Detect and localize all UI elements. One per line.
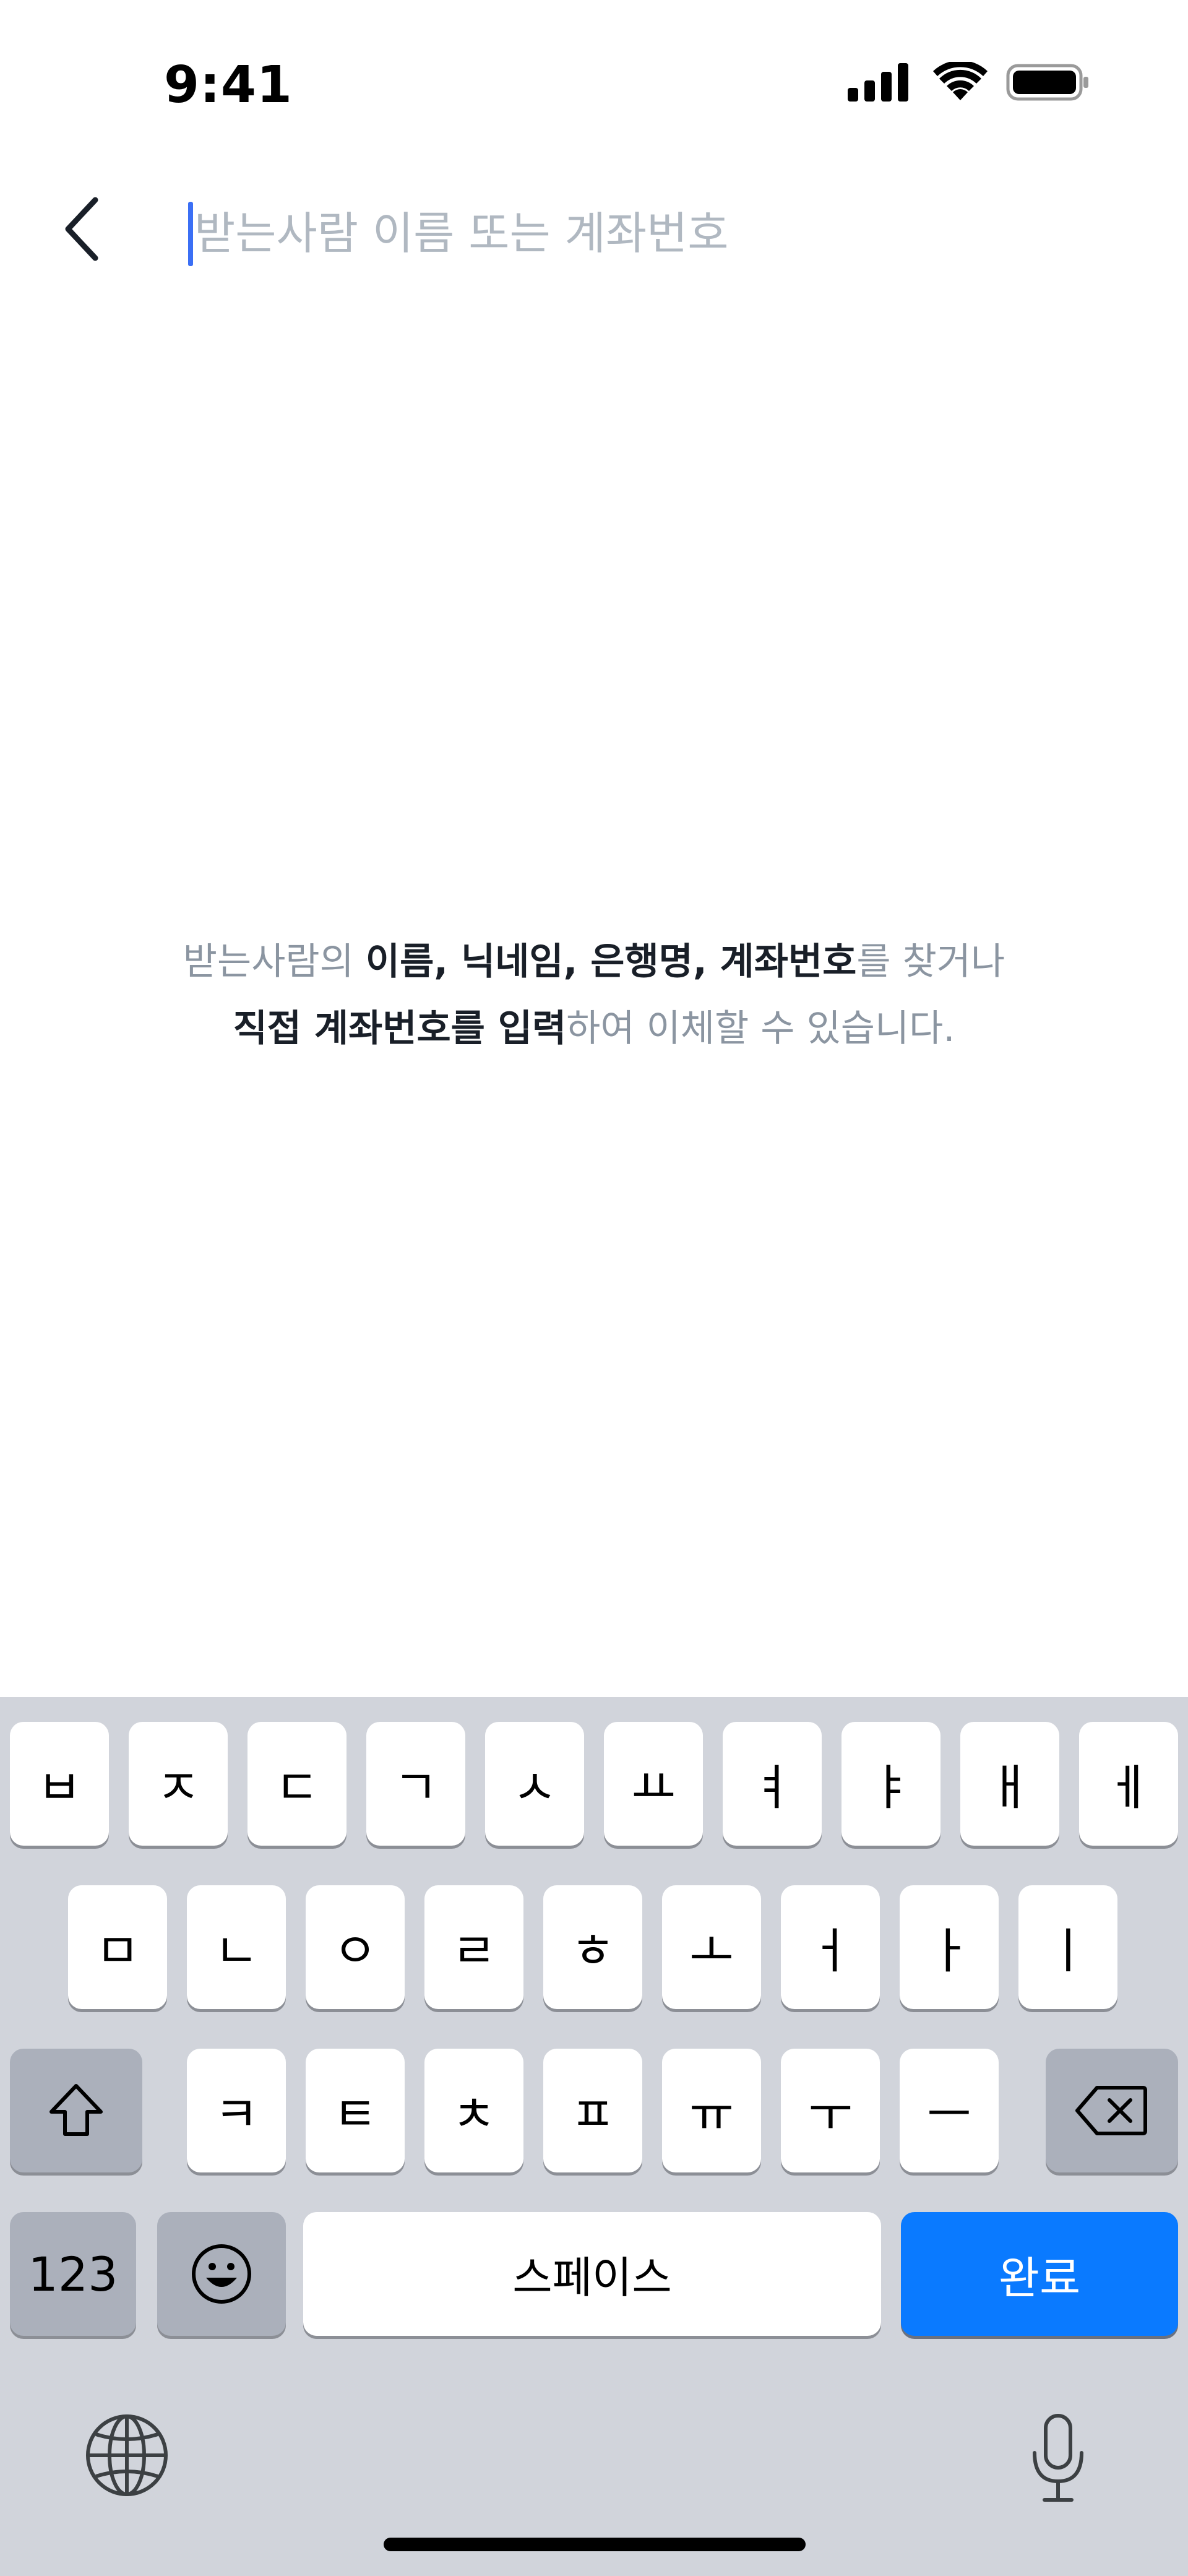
key-letter[interactable]: ㅇ (306, 1885, 405, 2009)
key-letter[interactable]: ㅔ (1079, 1722, 1178, 1846)
guide-line2-part-b: 하여 이체할 수 있습니다. (566, 1007, 955, 1050)
key-letter[interactable]: ㅂ (10, 1722, 109, 1846)
key-letter[interactable]: ㅠ (662, 2049, 761, 2172)
key-letter[interactable]: ㄴ (187, 1885, 286, 2009)
chevron-left-icon (65, 197, 98, 261)
key-letter[interactable]: ㅋ (187, 2049, 286, 2172)
emoji-key[interactable] (157, 2212, 286, 2336)
dictation-button[interactable] (1015, 2403, 1101, 2514)
key-letter[interactable]: ㄷ (248, 1722, 346, 1846)
key-letter[interactable]: ㅊ (424, 2049, 523, 2172)
status-bar: 9:41 (0, 0, 1188, 179)
key-letter[interactable]: ㅜ (781, 2049, 880, 2172)
key-letter[interactable]: ㅗ (662, 1885, 761, 2009)
recipient-search-input[interactable] (194, 192, 1122, 275)
signal-bars-icon (848, 63, 908, 102)
key-letter[interactable]: ㅎ (543, 1885, 642, 2009)
key-letter[interactable]: ㄹ (424, 1885, 523, 2009)
shift-key[interactable] (10, 2049, 142, 2172)
guide-line1-part-c: 를 찾거나 (856, 940, 1005, 983)
key-letter[interactable]: ㄱ (366, 1722, 465, 1846)
wifi-icon (933, 62, 988, 100)
key-letter[interactable]: ㅐ (960, 1722, 1059, 1846)
microphone-icon (1033, 2414, 1083, 2502)
guide-line-2: 직접 계좌번호를 입력하여 이체할 수 있습니다. (0, 995, 1188, 1062)
key-letter[interactable]: ㅏ (900, 1885, 999, 2009)
guide-line1-part-a: 받는사람의 (183, 940, 366, 983)
korean-keyboard: ㅂ ㅈ ㄷ ㄱ ㅅ ㅛ ㅕ ㅑ ㅐ ㅔ ㅁ ㄴ ㅇ ㄹ ㅎ ㅗ ㅓ ㅏ ㅣ ㅋ … (0, 1697, 1188, 2576)
key-letter[interactable]: ㅓ (781, 1885, 880, 2009)
home-indicator[interactable] (384, 2538, 806, 2551)
status-icons (848, 62, 1089, 102)
guide-line2-bold: 직접 계좌번호를 입력 (233, 1007, 567, 1050)
globe-button[interactable] (80, 2409, 173, 2502)
key-letter[interactable]: ㅅ (485, 1722, 584, 1846)
text-caret (188, 202, 193, 266)
key-letter[interactable]: ㅡ (900, 2049, 999, 2172)
key-letter[interactable]: ㅑ (842, 1722, 940, 1846)
numbers-key[interactable]: 123 (10, 2212, 136, 2336)
key-letter[interactable]: ㅣ (1018, 1885, 1117, 2009)
status-time: 9:41 (164, 56, 293, 115)
battery-icon (1006, 64, 1088, 101)
key-letter[interactable]: ㅁ (68, 1885, 167, 2009)
delete-key[interactable] (1046, 2049, 1178, 2172)
guide-line1-bold: 이름, 닉네임, 은행명, 계좌번호 (365, 940, 857, 983)
search-header (0, 179, 1188, 279)
key-letter[interactable]: ㅈ (129, 1722, 228, 1846)
guide-line-1: 받는사람의 이름, 닉네임, 은행명, 계좌번호를 찾거나 (0, 928, 1188, 995)
key-letter[interactable]: ㅛ (604, 1722, 703, 1846)
delete-icon (1075, 2086, 1147, 2135)
globe-icon (86, 2414, 168, 2496)
key-letter[interactable]: ㅍ (543, 2049, 642, 2172)
done-key[interactable]: 완료 (901, 2212, 1178, 2336)
shift-icon (50, 2084, 103, 2136)
key-letter[interactable]: ㅌ (306, 2049, 405, 2172)
key-letter[interactable]: ㅕ (723, 1722, 822, 1846)
search-field[interactable] (183, 192, 1136, 275)
emoji-icon (192, 2244, 251, 2304)
guide-text: 받는사람의 이름, 닉네임, 은행명, 계좌번호를 찾거나 직접 계좌번호를 입… (0, 928, 1188, 1062)
back-button[interactable] (48, 189, 116, 269)
space-key[interactable]: 스페이스 (303, 2212, 881, 2336)
